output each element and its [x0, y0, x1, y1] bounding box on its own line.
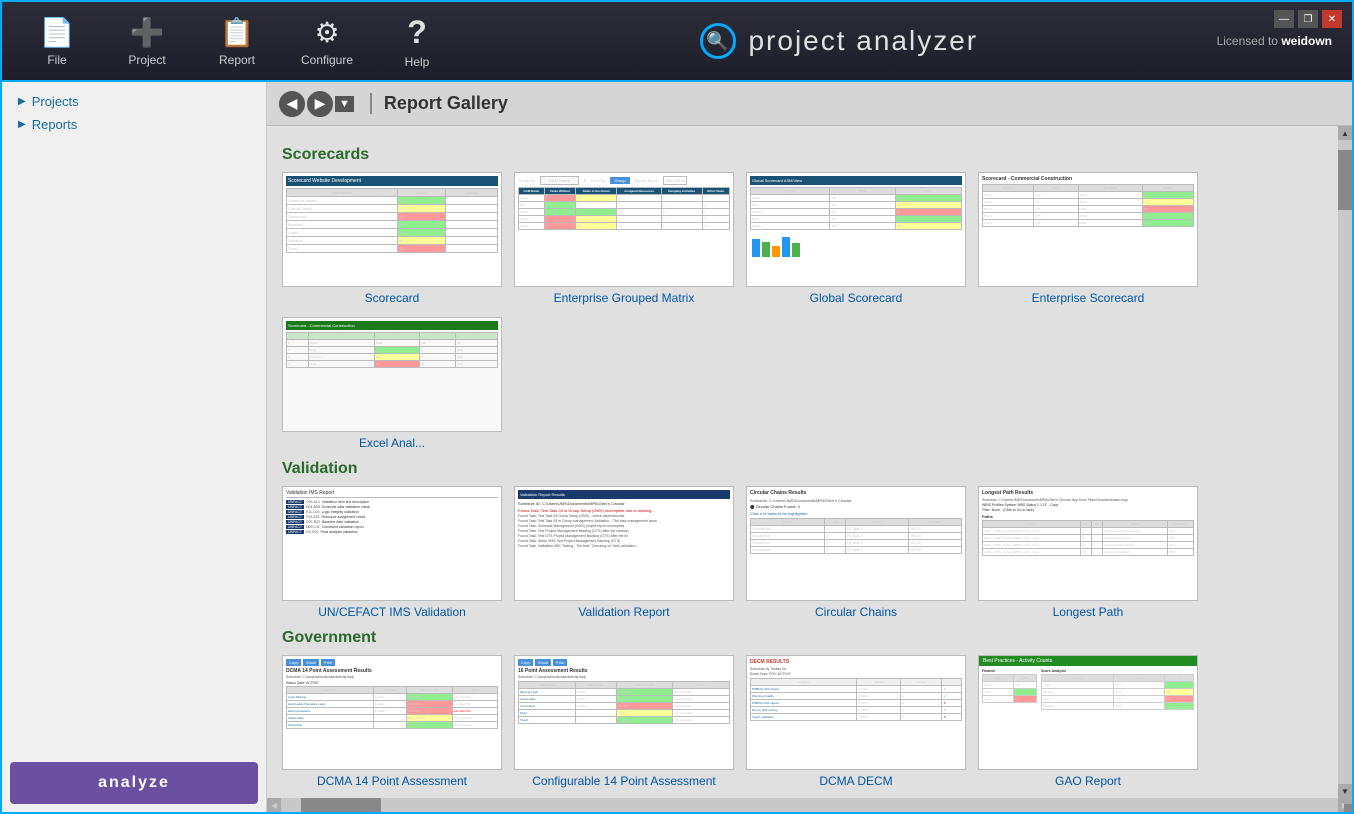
horizontal-scroll-thumb[interactable]: [301, 798, 381, 812]
configurable-14-point-thumb: Copy Excel Print 16 Point Assessment Res…: [514, 655, 734, 770]
circular-chains-label: Circular Chains: [815, 605, 897, 619]
vertical-scrollbar[interactable]: ▲ ▼: [1338, 126, 1352, 798]
longest-path-label: Longest Path: [1053, 605, 1124, 619]
validation-grid: Validation IMS Report UNFACT C99-A12 Val…: [282, 486, 1334, 619]
reports-label: Reports: [32, 117, 78, 132]
toolbar-buttons: 📄 File ➕ Project 📋 Report ⚙ Configure ?: [12, 4, 462, 79]
analyze-button[interactable]: analyze: [10, 762, 258, 804]
scorecard-card[interactable]: Scorecard Website Development Task NameS…: [282, 172, 502, 305]
projects-arrow-icon: ▶: [18, 96, 26, 107]
license-info: Licensed to weidown: [1217, 34, 1342, 48]
main-layout: ▶ Projects ▶ Reports analyze ◀ ▶ ▼ Repor…: [2, 82, 1352, 812]
uncefact-ims-card[interactable]: Validation IMS Report UNFACT C99-A12 Val…: [282, 486, 502, 619]
enterprise-grouped-matrix-thumb: Group By: CAM Name ▼ Float By: Group Dis…: [514, 172, 734, 287]
global-scorecard-card[interactable]: Global Scorecard ASM/View ProjectTasksSc…: [746, 172, 966, 305]
validation-report-thumb: Validation Report Results Schedule ID: C…: [514, 486, 734, 601]
report-menu-button[interactable]: 📋 Report: [192, 4, 282, 79]
report-label: Report: [219, 53, 255, 67]
file-menu-button[interactable]: 📄 File: [12, 4, 102, 79]
excel-analysis-label: Excel Anal...: [359, 436, 425, 450]
configure-label: Configure: [301, 53, 353, 67]
sidebar-item-reports[interactable]: ▶ Reports: [10, 113, 258, 136]
scroll-thumb[interactable]: [1338, 150, 1352, 210]
nav-dropdown-button[interactable]: ▼: [335, 96, 354, 112]
license-user: weidown: [1281, 34, 1332, 48]
dcma-14-point-label: DCMA 14 Point Assessment: [317, 774, 467, 788]
excel-analysis-card[interactable]: Scorecard - Commercial Construction A B …: [282, 317, 502, 450]
app-logo: 🔍: [700, 23, 736, 59]
scorecard-thumb: Scorecard Website Development Task NameS…: [282, 172, 502, 287]
content-area: ◀ ▶ ▼ Report Gallery Scorecards: [267, 82, 1352, 812]
gao-report-label: GAO Report: [1055, 774, 1121, 788]
government-grid: Copy Excel Print DCMA 14 Point Assessmen…: [282, 655, 1334, 788]
section-government: Government: [282, 629, 1334, 647]
project-menu-button[interactable]: ➕ Project: [102, 4, 192, 79]
minimize-button[interactable]: —: [1274, 10, 1294, 28]
dcma-decm-thumb: DECM RESULTS Schedule by Tookey for Scor…: [746, 655, 966, 770]
enterprise-grouped-matrix-label: Enterprise Grouped Matrix: [554, 291, 695, 305]
circular-chains-card[interactable]: Circular Chains Results Schedule: C:\Use…: [746, 486, 966, 619]
sidebar: ▶ Projects ▶ Reports analyze: [2, 82, 267, 812]
global-scorecard-thumb: Global Scorecard ASM/View ProjectTasksSc…: [746, 172, 966, 287]
sidebar-nav: ▶ Projects ▶ Reports: [2, 82, 266, 754]
project-icon: ➕: [130, 16, 165, 49]
longest-path-card[interactable]: Longest Path Results Schedule: C:\Users\…: [978, 486, 1198, 619]
sidebar-item-projects[interactable]: ▶ Projects: [10, 90, 258, 113]
dcma-decm-label: DCMA DECM: [819, 774, 892, 788]
app-title-text: project analyzer: [748, 25, 978, 57]
gallery-header: ◀ ▶ ▼ Report Gallery: [267, 82, 1352, 126]
nav-forward-button[interactable]: ▶: [307, 91, 333, 117]
circular-chains-thumb: Circular Chains Results Schedule: C:\Use…: [746, 486, 966, 601]
reports-arrow-icon: ▶: [18, 119, 26, 130]
help-menu-button[interactable]: ? Help: [372, 4, 462, 79]
configure-menu-button[interactable]: ⚙ Configure: [282, 4, 372, 79]
report-icon: 📋: [220, 16, 255, 49]
configurable-14-point-label: Configurable 14 Point Assessment: [532, 774, 715, 788]
nav-back-button[interactable]: ◀: [279, 91, 305, 117]
dcma-decm-card[interactable]: DECM RESULTS Schedule by Tookey for Scor…: [746, 655, 966, 788]
enterprise-scorecard-thumb: Scorecard - Commercial Construction Proj…: [978, 172, 1198, 287]
dcma-14-point-card[interactable]: Copy Excel Print DCMA 14 Point Assessmen…: [282, 655, 502, 788]
section-scorecards: Scorecards: [282, 146, 1334, 164]
app-title: 🔍 project analyzer: [462, 23, 1217, 59]
scorecard-label: Scorecard: [365, 291, 420, 305]
section-validation: Validation: [282, 460, 1334, 478]
configurable-14-point-card[interactable]: Copy Excel Print 16 Point Assessment Res…: [514, 655, 734, 788]
validation-report-label: Validation Report: [578, 605, 669, 619]
scroll-left-button[interactable]: ◀: [267, 798, 281, 812]
validation-report-card[interactable]: Validation Report Results Schedule ID: C…: [514, 486, 734, 619]
resize-handle[interactable]: [1344, 804, 1352, 812]
gallery-title: Report Gallery: [370, 93, 508, 114]
gao-report-card[interactable]: Best Practices - Activity Counts Finance…: [978, 655, 1198, 788]
nav-arrows: ◀ ▶ ▼: [279, 91, 354, 117]
help-icon: ?: [407, 14, 427, 51]
enterprise-scorecard-label: Enterprise Scorecard: [1032, 291, 1145, 305]
help-label: Help: [405, 55, 430, 69]
horizontal-scrollbar[interactable]: ◀ ▶: [267, 798, 1352, 812]
gallery-content: Scorecards Scorecard Website Development…: [267, 126, 1338, 798]
longest-path-thumb: Longest Path Results Schedule: C:\Users\…: [978, 486, 1198, 601]
uncefact-ims-thumb: Validation IMS Report UNFACT C99-A12 Val…: [282, 486, 502, 601]
scroll-up-button[interactable]: ▲: [1338, 126, 1352, 140]
uncefact-ims-label: UN/CEFACT IMS Validation: [318, 605, 466, 619]
excel-analysis-thumb: Scorecard - Commercial Construction A B …: [282, 317, 502, 432]
enterprise-grouped-matrix-card[interactable]: Group By: CAM Name ▼ Float By: Group Dis…: [514, 172, 734, 305]
file-icon: 📄: [40, 16, 75, 49]
restore-button[interactable]: ❐: [1298, 10, 1318, 28]
global-scorecard-label: Global Scorecard: [810, 291, 903, 305]
projects-label: Projects: [32, 94, 79, 109]
gao-report-thumb: Best Practices - Activity Counts Finance…: [978, 655, 1198, 770]
close-button[interactable]: ✕: [1322, 10, 1342, 28]
toolbar: 📄 File ➕ Project 📋 Report ⚙ Configure ?: [2, 2, 1352, 82]
scroll-down-button[interactable]: ▼: [1338, 784, 1352, 798]
project-label: Project: [128, 53, 165, 67]
scorecards-grid: Scorecard Website Development Task NameS…: [282, 172, 1334, 450]
file-label: File: [47, 53, 66, 67]
enterprise-scorecard-card[interactable]: Scorecard - Commercial Construction Proj…: [978, 172, 1198, 305]
dcma-14-point-thumb: Copy Excel Print DCMA 14 Point Assessmen…: [282, 655, 502, 770]
configure-icon: ⚙: [314, 16, 339, 49]
